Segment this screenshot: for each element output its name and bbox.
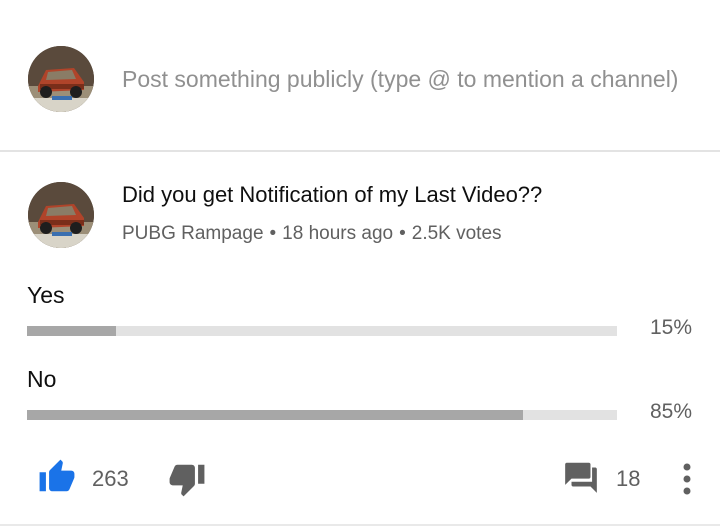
more-options-button[interactable] — [672, 458, 702, 500]
avatar[interactable] — [28, 46, 94, 112]
dislike-button[interactable] — [166, 458, 208, 500]
poll-result-bar — [27, 326, 617, 336]
channel-name[interactable]: PUBG Rampage — [122, 223, 264, 244]
poll-option-label: No — [27, 366, 57, 392]
comment-icon — [565, 462, 597, 493]
post-time: 18 hours ago — [282, 223, 394, 244]
compose-post-bar: Post something publicly (type @ to menti… — [0, 0, 720, 152]
poll-option-percent: 85% — [649, 400, 692, 423]
poll-post: Did you get Notification of my Last Vide… — [0, 154, 720, 526]
like-button[interactable] — [36, 456, 78, 498]
poll-option-yes[interactable]: Yes 15% — [0, 282, 720, 352]
poll-option-no[interactable]: No 85% — [0, 366, 720, 436]
more-vert-icon — [683, 463, 691, 495]
poll-option-label: Yes — [27, 282, 65, 308]
vote-count: 2.5K votes — [411, 223, 502, 244]
poll-result-fill — [27, 326, 116, 336]
post-actions: 263 18 — [0, 454, 720, 504]
channel-avatar-image — [28, 46, 94, 112]
community-post-page: Post something publicly (type @ to menti… — [0, 0, 720, 532]
separator-dot: • — [399, 223, 406, 244]
poll-option-percent: 15% — [649, 316, 692, 339]
separator-dot: • — [269, 223, 277, 244]
comment-count: 18 — [616, 466, 641, 491]
poll-result-fill — [27, 410, 523, 420]
comments-button[interactable] — [560, 456, 602, 498]
poll-result-bar — [27, 410, 617, 420]
post-title: Did you get Notification of my Last Vide… — [122, 182, 543, 207]
channel-avatar-image — [28, 182, 94, 248]
compose-input[interactable]: Post something publicly (type @ to menti… — [122, 66, 678, 93]
like-count: 263 — [92, 466, 129, 491]
divider — [0, 524, 720, 526]
post-meta: PUBG Rampage • 18 hours ago • 2.5K votes — [122, 223, 502, 245]
thumb-down-icon — [169, 464, 205, 497]
thumb-up-icon — [39, 459, 75, 492]
avatar[interactable] — [28, 182, 94, 248]
